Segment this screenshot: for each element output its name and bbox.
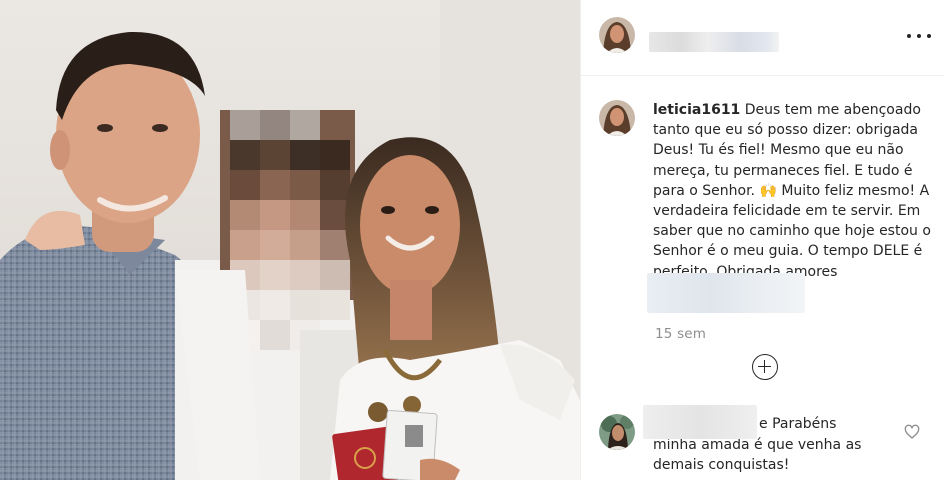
dot bbox=[907, 34, 911, 38]
commenter-username-blurred[interactable] bbox=[643, 405, 757, 439]
author-avatar[interactable] bbox=[599, 17, 635, 53]
post-timestamp[interactable]: 15 sem bbox=[655, 326, 706, 342]
post-details-panel: leticia1611 Deus tem me abençoado tanto … bbox=[580, 0, 944, 480]
more-options-icon[interactable] bbox=[907, 26, 931, 46]
caption-username[interactable]: leticia1611 bbox=[653, 102, 740, 118]
commenter-avatar[interactable] bbox=[599, 414, 635, 450]
author-username-blurred[interactable] bbox=[649, 32, 779, 52]
caption-avatar[interactable] bbox=[599, 100, 635, 136]
post-image bbox=[0, 0, 580, 480]
dot bbox=[927, 34, 931, 38]
post-photo[interactable] bbox=[0, 0, 580, 480]
caption-hashtags-blurred bbox=[647, 273, 805, 313]
post-caption: leticia1611 Deus tem me abençoado tanto … bbox=[653, 100, 933, 282]
plus-circle-icon[interactable] bbox=[752, 354, 778, 380]
dot bbox=[917, 34, 921, 38]
heart-icon[interactable] bbox=[904, 424, 920, 440]
post-header bbox=[581, 0, 944, 76]
caption-text: Deus tem me abençoado tanto que eu só po… bbox=[653, 102, 936, 280]
